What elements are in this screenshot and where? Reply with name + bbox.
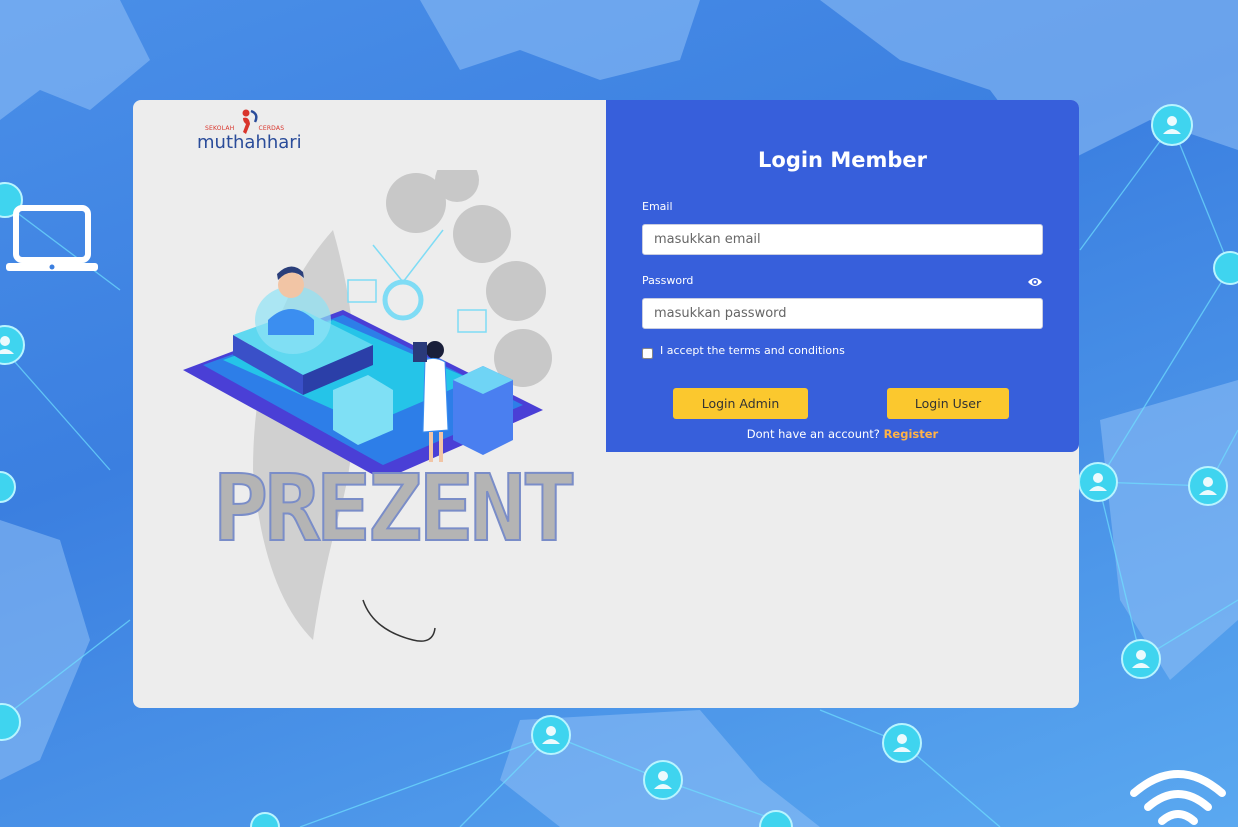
terms-label: I accept the terms and conditions <box>660 344 845 357</box>
terms-checkbox[interactable] <box>642 348 653 359</box>
logo-tagline: SEKOLAH CERDAS <box>205 125 308 132</box>
logo-name: muthahhari <box>197 132 302 153</box>
prezent-illustration: PREZENT <box>183 170 578 642</box>
login-user-button[interactable]: Login User <box>887 388 1009 419</box>
eye-icon[interactable] <box>1027 276 1043 288</box>
register-prompt: Dont have an account? <box>746 427 880 441</box>
laptop-icon <box>6 205 98 271</box>
login-form-panel: Login Member Email Password I accept the… <box>606 100 1079 452</box>
password-label: Password <box>642 274 694 287</box>
register-line: Dont have an account? Register <box>606 427 1079 441</box>
prezent-wordmark: PREZENT <box>213 455 573 562</box>
school-logo: SEKOLAH CERDAS muthahhari <box>195 108 305 158</box>
login-admin-button[interactable]: Login Admin <box>673 388 808 419</box>
logo-tagline-right: CERDAS <box>258 125 285 132</box>
login-card: SEKOLAH CERDAS muthahhari PREZENT Login … <box>133 100 1079 708</box>
email-field[interactable] <box>642 224 1043 255</box>
logo-tagline-left: SEKOLAH <box>205 125 235 132</box>
password-field[interactable] <box>642 298 1043 329</box>
email-label: Email <box>642 200 673 213</box>
register-link[interactable]: Register <box>884 427 939 441</box>
login-title: Login Member <box>758 148 927 172</box>
wifi-icon <box>1130 770 1226 825</box>
